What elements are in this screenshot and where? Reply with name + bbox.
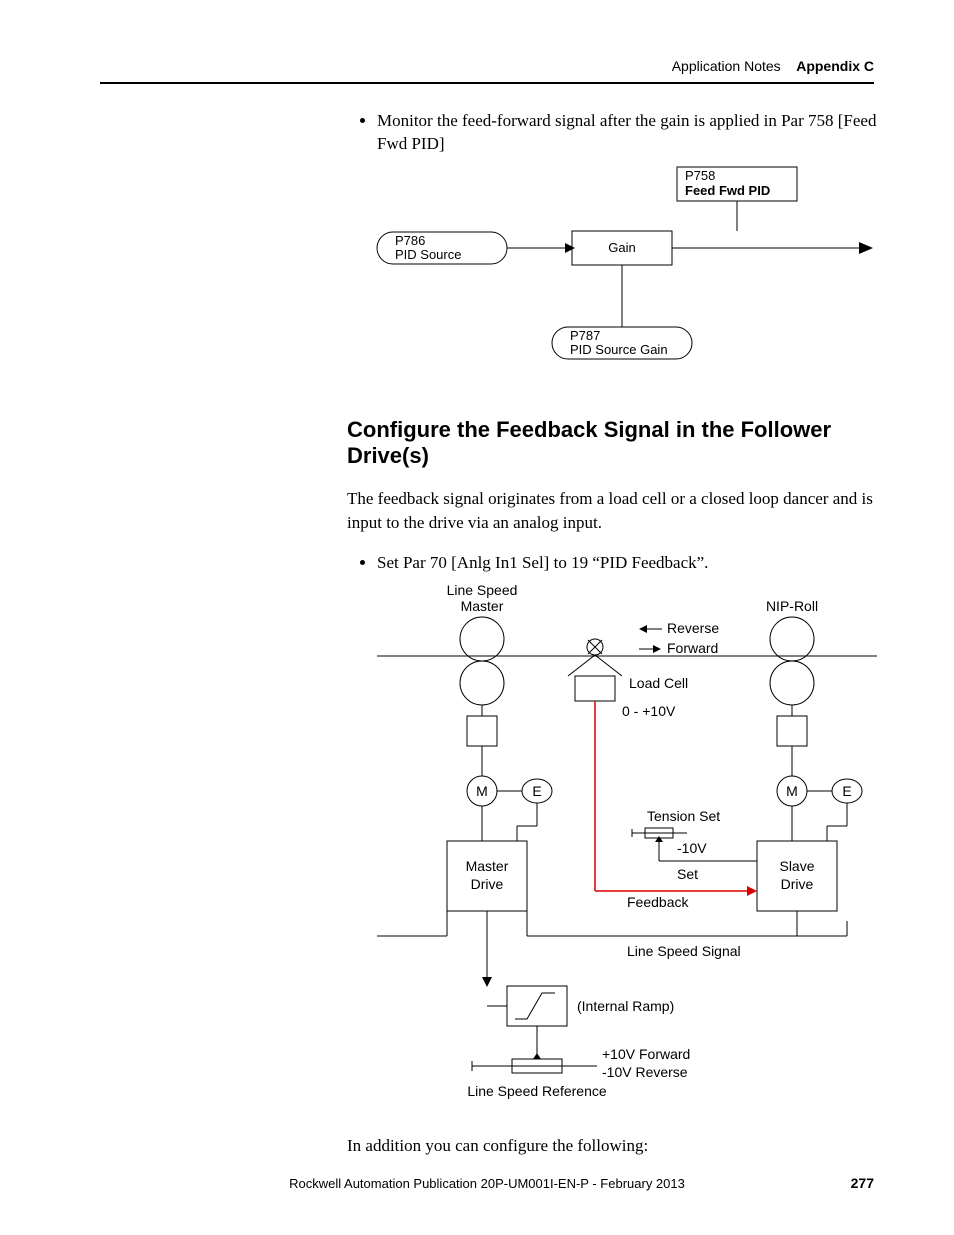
svg-text:E: E (532, 783, 541, 799)
p786-line2: PID Source (395, 247, 461, 262)
svg-text:Line Speed: Line Speed (447, 582, 518, 598)
section-heading: Configure the Feedback Signal in the Fol… (347, 417, 877, 469)
svg-text:Master: Master (461, 598, 504, 614)
svg-text:M: M (786, 783, 798, 799)
svg-text:Line Speed Signal: Line Speed Signal (627, 943, 741, 959)
svg-text:Set: Set (677, 866, 698, 882)
svg-text:0 - +10V: 0 - +10V (622, 703, 676, 719)
footer-text: Rockwell Automation Publication 20P-UM00… (289, 1176, 685, 1191)
paragraph-1: The feedback signal originates from a lo… (347, 487, 877, 535)
gain-label: Gain (608, 240, 635, 255)
svg-text:Line Speed Reference: Line Speed Reference (467, 1083, 607, 1099)
svg-text:NIP-Roll: NIP-Roll (766, 598, 818, 614)
page-footer: Rockwell Automation Publication 20P-UM00… (100, 1176, 874, 1191)
svg-text:E: E (842, 783, 851, 799)
svg-text:Load Cell: Load Cell (629, 675, 688, 691)
diagram-drive-system: Line Speed Master NIP-Roll Reverse Forwa… (377, 581, 877, 1116)
svg-text:Slave: Slave (779, 858, 814, 874)
p758-line1: P758 (685, 168, 715, 183)
svg-text:+10V Forward: +10V Forward (602, 1046, 690, 1062)
bullet-item: Monitor the feed-forward signal after th… (377, 110, 877, 156)
bullet-item: Set Par 70 [Anlg In1 Sel] to 19 “PID Fee… (377, 552, 877, 575)
svg-text:Drive: Drive (781, 876, 814, 892)
bullet-list-1: Monitor the feed-forward signal after th… (377, 110, 877, 156)
svg-text:-10V Reverse: -10V Reverse (602, 1064, 688, 1080)
diagram-feedforward: P758 Feed Fwd PID Gain P786 PID Source P… (347, 162, 877, 377)
header-appendix: Appendix C (796, 58, 874, 74)
paragraph-2: In addition you can configure the follow… (347, 1134, 877, 1158)
svg-text:Tension Set: Tension Set (647, 808, 720, 824)
svg-text:M: M (476, 783, 488, 799)
bullet-list-2: Set Par 70 [Anlg In1 Sel] to 19 “PID Fee… (377, 552, 877, 575)
page-number: 277 (851, 1175, 874, 1191)
header-section: Application Notes (672, 58, 781, 74)
p787-line2: PID Source Gain (570, 342, 668, 357)
svg-text:Master: Master (466, 858, 509, 874)
svg-text:(Internal Ramp): (Internal Ramp) (577, 998, 674, 1014)
page-header: Application Notes Appendix C (100, 58, 874, 84)
svg-text:Reverse: Reverse (667, 620, 719, 636)
p758-line2: Feed Fwd PID (685, 183, 770, 198)
svg-text:Feedback: Feedback (627, 894, 689, 910)
p787-line1: P787 (570, 328, 600, 343)
svg-text:Forward: Forward (667, 640, 718, 656)
p786-line1: P786 (395, 233, 425, 248)
svg-text:-10V: -10V (677, 840, 707, 856)
svg-text:Drive: Drive (471, 876, 504, 892)
